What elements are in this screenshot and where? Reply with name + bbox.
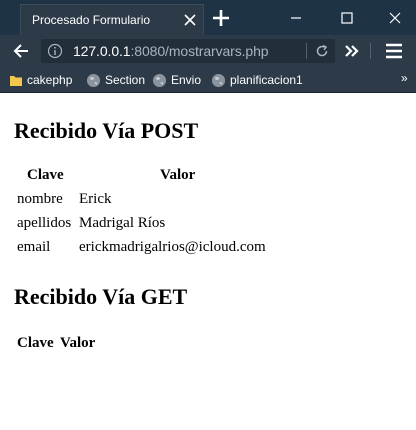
- bookmark-label: planificacion1: [230, 73, 303, 87]
- bookmark-envio[interactable]: Envio: [152, 72, 201, 88]
- url-path: :8080/mostrarvars.php: [130, 43, 269, 59]
- double-chevron-icon[interactable]: [343, 43, 361, 59]
- address-bar[interactable]: 127.0.0.1:8080/mostrarvars.php: [41, 39, 335, 63]
- back-arrow-icon[interactable]: [12, 42, 30, 60]
- maximize-icon[interactable]: [335, 6, 359, 30]
- globe-icon: [152, 73, 167, 87]
- info-icon[interactable]: [47, 43, 63, 59]
- bookmark-label: Envio: [171, 73, 202, 87]
- post-value-apellidos: Madrigal Ríos: [79, 215, 166, 231]
- url-text[interactable]: 127.0.0.1:8080/mostrarvars.php: [73, 43, 269, 59]
- hamburger-menu-icon[interactable]: [384, 42, 404, 60]
- post-value-nombre: Erick: [79, 191, 112, 207]
- bookmark-planificacion1[interactable]: planificacion1: [211, 72, 303, 88]
- page-content: Recibido Vía POST Clave Valor nombre Eri…: [0, 94, 416, 430]
- get-header-valor: Valor: [60, 335, 96, 351]
- post-heading: Recibido Vía POST: [14, 118, 199, 143]
- browser-toolbar: 127.0.0.1:8080/mostrarvars.php: [0, 35, 416, 67]
- minimize-icon[interactable]: [284, 6, 308, 30]
- get-header-clave: Clave: [17, 335, 54, 351]
- browser-tab[interactable]: Procesado Formulario: [20, 4, 204, 35]
- bookmark-label: cakephp: [27, 73, 73, 87]
- toolbar-divider: [370, 43, 371, 59]
- bookmarks-bar: cakephp Section Envio planificacion1 »: [0, 67, 416, 93]
- new-tab-icon[interactable]: [211, 8, 231, 28]
- bookmark-cakephp[interactable]: cakephp: [9, 72, 72, 88]
- url-host: 127.0.0.1: [73, 43, 131, 59]
- bookmark-section[interactable]: Section: [86, 72, 145, 88]
- post-header-valor: Valor: [160, 167, 196, 183]
- close-window-icon[interactable]: [383, 6, 407, 30]
- url-divider: [306, 43, 307, 59]
- globe-icon: [211, 73, 226, 87]
- get-heading: Recibido Vía GET: [14, 284, 188, 309]
- browser-titlebar: Procesado Formulario: [0, 0, 416, 35]
- folder-icon: [10, 75, 22, 86]
- bookmark-label: Section: [105, 73, 146, 87]
- more-bookmarks-button[interactable]: »: [401, 71, 408, 85]
- reload-icon[interactable]: [314, 43, 330, 59]
- post-value-email: erickmadrigalrios@icloud.com: [79, 239, 266, 255]
- tab-title: Procesado Formulario: [32, 13, 151, 27]
- post-key-apellidos: apellidos: [17, 215, 72, 231]
- post-header-clave: Clave: [27, 167, 64, 183]
- post-key-email: email: [17, 239, 51, 255]
- globe-icon: [86, 73, 101, 87]
- close-tab-icon[interactable]: [181, 11, 199, 29]
- post-key-nombre: nombre: [17, 191, 63, 207]
